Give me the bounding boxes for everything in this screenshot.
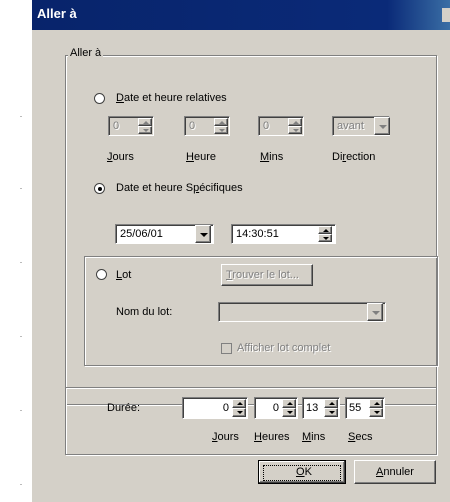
goto-group-label: Aller à [68,47,104,59]
heure-caption: Heure [186,151,216,163]
spin-down-icon[interactable] [138,126,152,134]
lot-name-select[interactable] [218,302,386,322]
spin-down-icon[interactable] [282,408,296,417]
relative-jours-value: 0 [113,120,120,132]
duration-jours-value: 0 [222,402,229,414]
direction-dropdown-button[interactable] [374,117,390,135]
duration-secs-caption: Secs [348,431,373,443]
duration-jours-spinner[interactable] [232,399,246,417]
duration-mins-caption: Mins [302,431,326,443]
relative-jours-field[interactable]: 0 [108,116,154,136]
lot-name-label: Nom du lot: [116,306,173,318]
duration-mins-field[interactable]: 13 [302,397,340,419]
chevron-down-icon [372,311,380,315]
radio-specific-label: Date et heure Spécifiques [116,182,243,194]
direction-caption: Direction [332,151,376,163]
relative-heure-field[interactable]: 0 [184,116,230,136]
duration-label: Durée: [107,402,141,414]
cancel-button-label: Annuler [376,466,414,478]
find-lot-button[interactable]: Trouver le lot... [221,264,313,286]
ok-button-label: OK [296,466,312,478]
relative-mins-spinner[interactable] [288,118,302,134]
spin-up-icon[interactable] [288,118,302,126]
spin-up-icon[interactable] [324,399,338,408]
direction-select[interactable]: avant [332,116,390,136]
time-spinner[interactable] [318,226,332,242]
duration-mins-value: 13 [306,402,319,414]
time-value: 14:30:51 [236,228,279,240]
chevron-down-icon [379,125,387,129]
spin-up-icon[interactable] [369,399,383,408]
chevron-down-icon [200,233,208,237]
duration-jours-caption: Jours [212,431,239,443]
radio-lot[interactable] [96,269,107,280]
title-bar[interactable]: Aller à [32,0,450,30]
spin-down-icon[interactable] [232,408,246,417]
spin-up-icon[interactable] [282,399,296,408]
spin-down-icon[interactable] [369,408,383,417]
spin-down-icon[interactable] [214,126,228,134]
duration-mins-spinner[interactable] [324,399,338,417]
duration-heures-field[interactable]: 0 [254,397,298,419]
mins-caption: Mins [260,151,284,163]
relative-heure-spinner[interactable] [214,118,228,134]
time-field[interactable]: 14:30:51 [231,224,336,244]
duration-heures-caption: Heures [254,431,290,443]
show-complete-lot-label: Afficher lot complet [237,342,331,354]
cancel-button[interactable]: Annuler [354,460,436,484]
dialog-body: Aller à Date et heure relatives 0 0 0 av… [32,30,450,502]
direction-value: avant [337,120,364,132]
title-bar-button[interactable] [442,8,450,22]
date-select[interactable]: 25/06/01 [115,224,214,244]
jours-caption: Jours [107,151,134,163]
spin-up-icon[interactable] [214,118,228,126]
ok-button[interactable]: OK [258,460,346,484]
window-title: Aller à [37,6,77,21]
radio-relative[interactable] [94,93,105,104]
spin-down-icon[interactable] [318,234,332,242]
date-value: 25/06/01 [120,228,163,240]
duration-heures-value: 0 [272,402,279,414]
duration-secs-field[interactable]: 55 [345,397,385,419]
spin-up-icon[interactable] [232,399,246,408]
radio-lot-label: Lot [116,269,132,281]
show-complete-lot-checkbox[interactable] [221,343,232,354]
duration-jours-field[interactable]: 0 [182,397,248,419]
find-lot-label: Trouver le lot... [226,269,299,281]
duration-heures-spinner[interactable] [282,399,296,417]
relative-mins-field[interactable]: 0 [258,116,304,136]
relative-mins-value: 0 [263,120,270,132]
radio-relative-label: Date et heure relatives [116,92,227,104]
spin-up-icon[interactable] [318,226,332,234]
spin-up-icon[interactable] [138,118,152,126]
spin-down-icon[interactable] [324,408,338,417]
radio-specific[interactable] [94,183,105,194]
relative-jours-spinner[interactable] [138,118,152,134]
duration-secs-spinner[interactable] [369,399,383,417]
date-dropdown-button[interactable] [195,225,211,243]
lot-name-dropdown-button[interactable] [367,303,383,321]
duration-secs-value: 55 [349,402,362,414]
spin-down-icon[interactable] [288,126,302,134]
relative-heure-value: 0 [189,120,196,132]
